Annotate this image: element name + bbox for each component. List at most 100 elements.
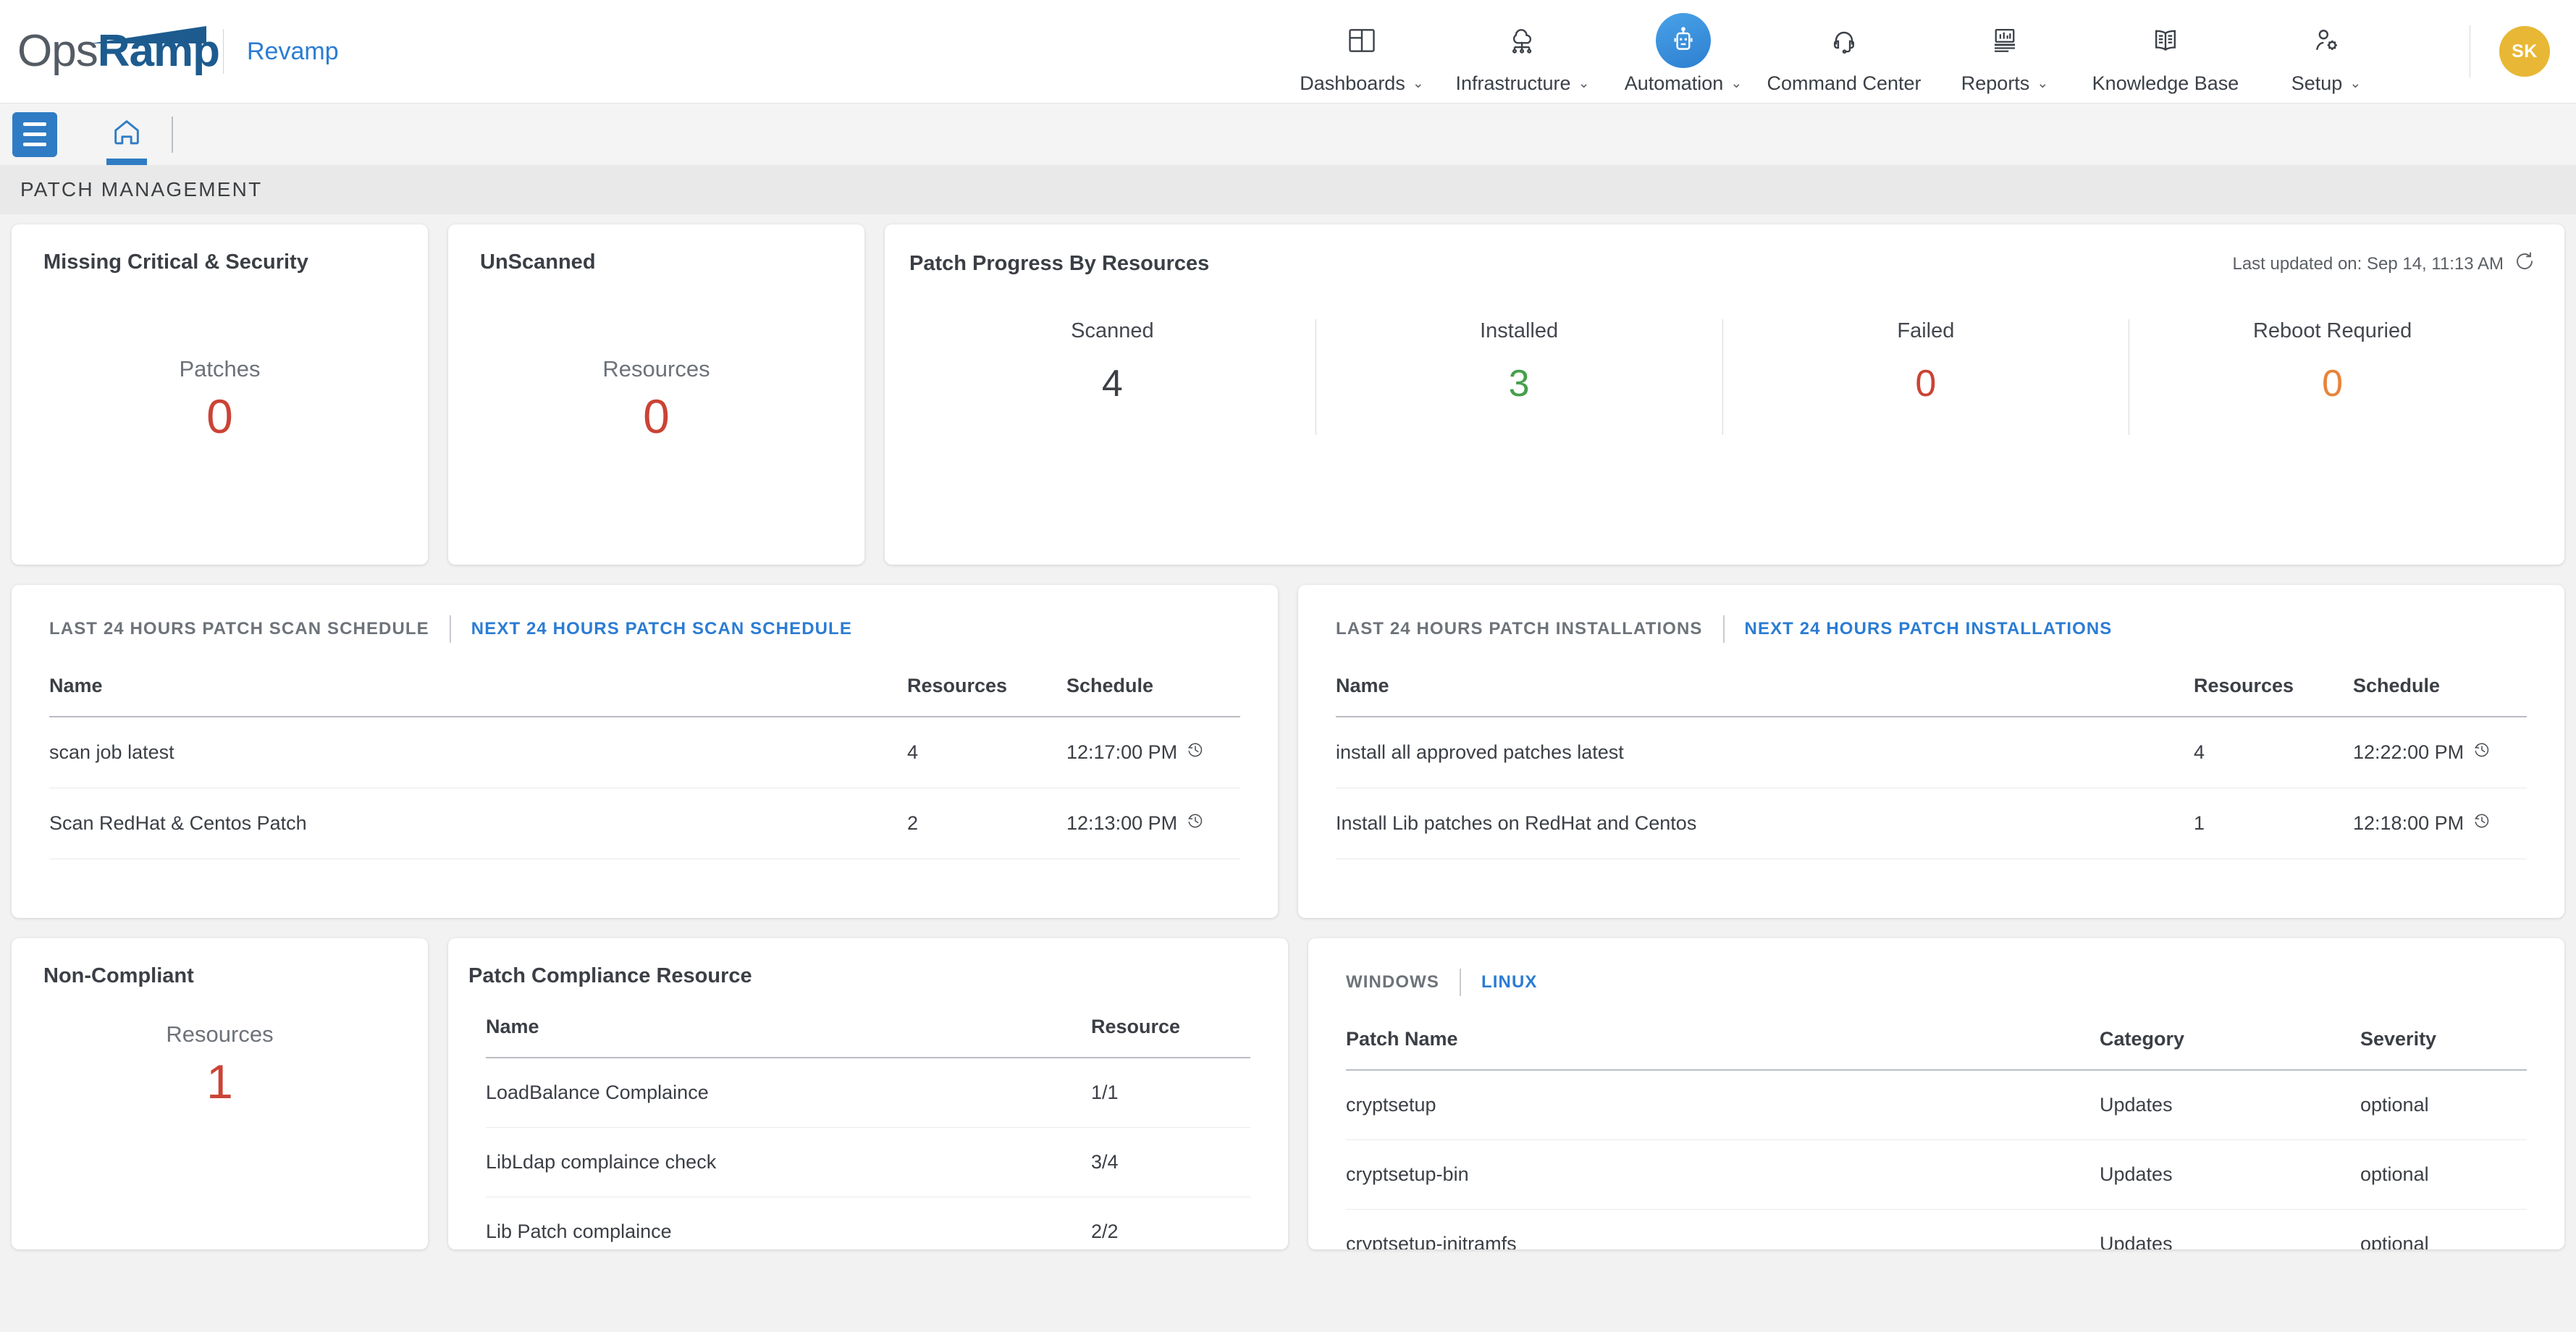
stat-label: Failed (1897, 319, 1955, 342)
nav-item-automation[interactable]: Automation ⌄ (1603, 13, 1764, 95)
avatar[interactable]: SK (2499, 26, 2550, 77)
tab-divider (449, 615, 451, 643)
cell-resources: 2 (907, 788, 1066, 859)
card-patch-installations: LAST 24 HOURS PATCH INSTALLATIONS NEXT 2… (1298, 585, 2564, 918)
nav-label-dashboards: Dashboards (1300, 72, 1405, 94)
clock-history-icon (1186, 741, 1205, 764)
card-title: Patch Compliance Resource (468, 964, 752, 987)
nav-item-setup[interactable]: Setup ⌄ (2246, 13, 2407, 95)
home-tab[interactable] (98, 104, 156, 165)
cell-name: Scan RedHat & Centos Patch (49, 788, 907, 859)
table-row[interactable]: cryptsetup-initramfs Updates optional (1346, 1209, 2527, 1249)
tab-last-24-hours-patch-installations[interactable]: LAST 24 HOURS PATCH INSTALLATIONS (1336, 619, 1703, 639)
home-icon (110, 116, 143, 153)
stat-failed: Failed 0 (1722, 319, 2129, 435)
col-category: Category (2100, 1022, 2360, 1071)
installations-table: Name Resources Schedule install all appr… (1336, 669, 2527, 859)
cell-resource: 1/1 (1091, 1058, 1250, 1128)
schedules-row: LAST 24 HOURS PATCH SCAN SCHEDULE NEXT 2… (12, 585, 2564, 918)
col-resources: Resources (907, 669, 1066, 717)
table-header-row: Name Resource (486, 1010, 1250, 1058)
refresh-icon[interactable] (2514, 250, 2535, 277)
last-updated-text: Last updated on: Sep 14, 11:13 AM (2232, 253, 2504, 274)
scan-schedule-table: Name Resources Schedule scan job latest … (49, 669, 1240, 859)
stat-label: Scanned (1071, 319, 1154, 342)
chevron-down-icon: ⌄ (1730, 76, 1743, 91)
nav-right-group: SK (2470, 25, 2550, 77)
kpi-label: Patches (179, 356, 261, 382)
table-row[interactable]: install all approved patches latest 4 12… (1336, 717, 2527, 788)
user-gear-icon (2299, 13, 2354, 68)
compliance-resource-table: Name Resource LoadBalance Complaince 1/1… (486, 1010, 1250, 1249)
os-tabs: WINDOWS LINUX (1308, 969, 2564, 996)
cell-resources: 4 (907, 717, 1066, 788)
nav-item-dashboards[interactable]: Dashboards ⌄ (1281, 13, 1442, 95)
table-row[interactable]: cryptsetup Updates optional (1346, 1070, 2527, 1140)
sub-toolbar (0, 104, 2576, 165)
nav-item-command-center[interactable]: Command Center (1764, 13, 1924, 95)
cell-name: scan job latest (49, 717, 907, 788)
stat-scanned: Scanned 4 (909, 319, 1316, 435)
page-title: PATCH MANAGEMENT (20, 178, 263, 201)
table-row[interactable]: cryptsetup-bin Updates optional (1346, 1139, 2527, 1210)
stat-value: 4 (1101, 363, 1123, 405)
chevron-down-icon: ⌄ (1412, 76, 1424, 91)
nav-item-knowledge-base[interactable]: Knowledge Base (2085, 13, 2246, 95)
nav-label-command-center: Command Center (1767, 72, 1922, 94)
tab-next-24-hours-patch-scan-schedule[interactable]: NEXT 24 HOURS PATCH SCAN SCHEDULE (471, 619, 852, 639)
logo-text-ops: Ops (17, 26, 98, 76)
cell-name: Install Lib patches on RedHat and Centos (1336, 788, 2194, 859)
cell-resources: 4 (2194, 717, 2353, 788)
table-row[interactable]: LibLdap complaince check 3/4 (486, 1127, 1250, 1197)
card-title: Patch Progress By Resources (909, 252, 1210, 275)
brand-block: OpsRamp Revamp (0, 23, 339, 80)
page-title-bar: PATCH MANAGEMENT (0, 165, 2576, 214)
top-navigation-bar: OpsRamp Revamp Dashboards ⌄ Infrastructu… (0, 0, 2576, 104)
tab-divider (1722, 615, 1725, 643)
table-header-row: Name Resources Schedule (49, 669, 1240, 717)
chevron-down-icon: ⌄ (2349, 76, 2362, 91)
card-unscanned: UnScanned Resources 0 (448, 224, 864, 565)
cell-severity: optional (2360, 1139, 2527, 1210)
cell-category: Updates (2100, 1209, 2360, 1249)
opsramp-logo[interactable]: OpsRamp (17, 23, 220, 80)
table-header-row: Name Resources Schedule (1336, 669, 2527, 717)
nav-label-setup: Setup (2291, 72, 2343, 94)
clock-history-icon (2472, 741, 2491, 764)
nav-item-infrastructure[interactable]: Infrastructure ⌄ (1442, 13, 1603, 95)
cell-schedule: 12:17:00 PM (1066, 717, 1240, 788)
tab-windows[interactable]: WINDOWS (1346, 972, 1439, 992)
hamburger-icon[interactable] (12, 111, 57, 157)
table-header-row: Patch Name Category Severity (1346, 1022, 2527, 1071)
cell-name: LibLdap complaince check (486, 1127, 1091, 1197)
table-row[interactable]: LoadBalance Complaince 1/1 (486, 1058, 1250, 1128)
col-severity: Severity (2360, 1022, 2527, 1071)
nav-label-automation: Automation (1624, 72, 1724, 94)
headset-icon (1817, 13, 1872, 68)
cell-schedule: 12:13:00 PM (1066, 788, 1240, 859)
brand-subtitle: Revamp (247, 37, 339, 65)
tab-linux[interactable]: LINUX (1481, 972, 1538, 992)
cell-resource: 2/2 (1091, 1197, 1250, 1249)
sub-divider (172, 116, 173, 153)
stat-installed: Installed 3 (1315, 319, 1722, 435)
kpi-row: Missing Critical & Security Patches 0 Un… (12, 224, 2564, 565)
cell-name: install all approved patches latest (1336, 717, 2194, 788)
table-row[interactable]: Scan RedHat & Centos Patch 2 12:13:00 PM (49, 788, 1240, 859)
tab-next-24-hours-patch-installations[interactable]: NEXT 24 HOURS PATCH INSTALLATIONS (1745, 619, 2113, 639)
table-row[interactable]: Install Lib patches on RedHat and Centos… (1336, 788, 2527, 859)
kpi-label: Resources (602, 356, 710, 382)
installations-tabs: LAST 24 HOURS PATCH INSTALLATIONS NEXT 2… (1298, 615, 2564, 643)
card-missing-critical-security: Missing Critical & Security Patches 0 (12, 224, 428, 565)
table-row[interactable]: scan job latest 4 12:17:00 PM (49, 717, 1240, 788)
robot-icon (1656, 13, 1711, 68)
clock-history-icon (1186, 812, 1205, 835)
infrastructure-icon (1495, 13, 1550, 68)
table-row[interactable]: Lib Patch complaince 2/2 (486, 1197, 1250, 1249)
nav-item-reports[interactable]: Reports ⌄ (1924, 13, 2085, 95)
stat-reboot-required: Reboot Requried 0 (2129, 319, 2535, 435)
stat-value: 3 (1508, 363, 1530, 405)
book-icon (2138, 13, 2193, 68)
card-patch-compliance-resource: Patch Compliance Resource Name Resource … (448, 938, 1288, 1249)
tab-last-24-hours-patch-scan-schedule[interactable]: LAST 24 HOURS PATCH SCAN SCHEDULE (49, 619, 429, 639)
